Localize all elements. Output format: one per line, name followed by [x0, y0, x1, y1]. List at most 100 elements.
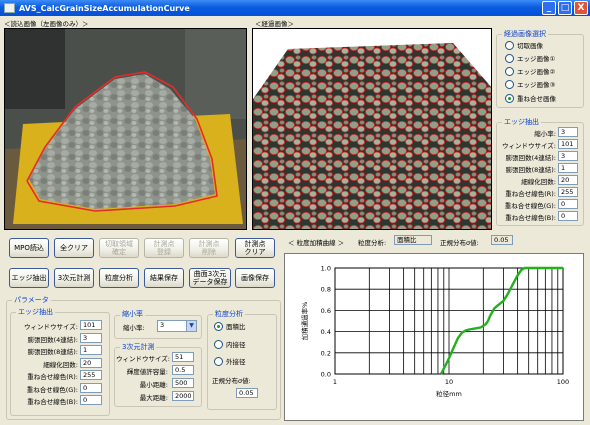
image-select-title: 経過画像選択	[502, 29, 548, 39]
confirm-crop-button[interactable]: 切取領域 確定	[99, 238, 139, 258]
y-tick-label: 0.4	[321, 328, 331, 336]
save-result-button[interactable]: 結果保存	[144, 268, 184, 288]
radio-edge-image-2[interactable]: エッジ画像②	[505, 66, 555, 76]
sigma-label: 正規分布σ値:	[212, 377, 251, 385]
edge-readout-title: エッジ抽出	[502, 117, 541, 127]
edge-param-input[interactable]: 0	[80, 382, 102, 393]
edge-param-input[interactable]: 3	[80, 332, 102, 343]
radio-circle	[505, 40, 514, 50]
edge-readout-input[interactable]: 0	[558, 199, 578, 209]
maximize-button[interactable]: □	[558, 1, 572, 15]
aggregate-photo-right	[253, 29, 491, 229]
edge-readout-label: ウィンドウサイズ:	[502, 142, 556, 150]
minimize-button[interactable]: _	[542, 1, 556, 15]
edge-param-label: ウィンドウサイズ:	[24, 323, 78, 331]
measure3d-param-label: 輝度値許容量:	[126, 368, 168, 376]
edge-readout-label: 重ね合せ線色(B):	[505, 214, 556, 222]
parameters-title: パラメータ	[12, 295, 51, 305]
radio-circle	[505, 79, 514, 89]
grain-curve-chart: 0.0 0.2 0.4 0.6 0.8 1.0 1 10 100 粒径mm 加積通過率%	[284, 253, 584, 421]
edge-readout-input[interactable]: 101	[558, 139, 578, 149]
edge-param-input[interactable]: 101	[80, 320, 102, 330]
register-point-button[interactable]: 計測点 登録	[144, 238, 184, 258]
analysis-value: 面積比	[394, 235, 432, 245]
chevron-down-icon[interactable]: ▼	[186, 321, 196, 331]
y-tick-label: 0.6	[321, 307, 331, 315]
radio-circle-selected	[505, 93, 514, 103]
edge-readout-input[interactable]: 20	[558, 175, 578, 185]
edge-param-label: 膨張回数(4連結):	[27, 335, 78, 344]
param-edge-title: エッジ抽出	[16, 307, 55, 317]
app-icon	[4, 3, 15, 13]
edge-param-input[interactable]: 255	[80, 370, 102, 380]
measure3d-title: 3次元計測	[120, 342, 157, 352]
radio-edge-image-1[interactable]: エッジ画像①	[505, 53, 555, 63]
aggregate-photo-left	[5, 29, 246, 229]
radio-edge-image-3[interactable]: エッジ画像③	[505, 79, 555, 89]
window-title: AVS_CalcGrainSizeAccumulationCurve	[19, 3, 190, 13]
edge-readout-input[interactable]: 1	[558, 163, 578, 173]
title-bar: AVS_CalcGrainSizeAccumulationCurve _ □ X	[0, 0, 590, 16]
clear-all-button[interactable]: 全クリア	[54, 238, 94, 258]
loaded-image[interactable]	[4, 28, 247, 230]
edge-readout-label: 膨張回数(4連結):	[505, 154, 556, 162]
edge-readout-input[interactable]: 0	[558, 211, 578, 221]
radio-circle-selected	[214, 321, 223, 331]
save-image-button[interactable]: 画像保存	[235, 268, 275, 288]
shrink-select[interactable]: 3 ▼	[157, 320, 197, 332]
sigma-input[interactable]: 0.05	[236, 388, 258, 398]
right-image-label: ＜経過画像＞	[255, 20, 294, 28]
analysis-label: 粒度分析:	[358, 239, 387, 247]
close-button[interactable]: X	[574, 1, 588, 15]
edge-readout-input[interactable]: 3	[558, 151, 578, 161]
measure3d-param-input[interactable]: 500	[172, 378, 194, 388]
radio-circle	[214, 356, 223, 366]
edge-param-label: 重ね合せ線色(B):	[27, 398, 78, 406]
delete-point-button[interactable]: 計測点 削除	[189, 238, 229, 258]
x-tick-label: 10	[445, 378, 453, 386]
edge-param-label: 重ね合せ線色(G):	[26, 385, 78, 394]
curve-title: ＜ 粒度加積曲線 ＞	[288, 239, 345, 247]
edge-extract-button[interactable]: エッジ抽出	[9, 268, 49, 288]
edge-param-input[interactable]: 20	[80, 357, 102, 368]
edge-readout-input[interactable]: 255	[558, 187, 578, 197]
shrink-label: 縮小率:	[123, 324, 145, 332]
measure-3d-button[interactable]: 3次元計測	[54, 268, 94, 288]
radio-circle	[214, 339, 223, 349]
radio-cut-image[interactable]: 切取画像	[505, 40, 543, 50]
edge-param-input[interactable]: 1	[80, 345, 102, 355]
shrink-title: 縮小率	[120, 309, 145, 319]
measure3d-param-input[interactable]: 0.5	[172, 365, 194, 375]
measure3d-param-input[interactable]: 2000	[172, 391, 194, 401]
save-surface-3d-button[interactable]: 曲面3次元 データ保存	[189, 268, 231, 288]
x-tick-label: 100	[557, 378, 569, 386]
progress-image[interactable]	[252, 28, 492, 230]
y-tick-label: 0.8	[321, 286, 331, 294]
curve-sigma-label: 正規分布σ値:	[440, 239, 479, 247]
radio-inscribed[interactable]: 内接径	[214, 339, 246, 349]
radio-circle	[505, 66, 514, 76]
edge-readout-input[interactable]: 3	[558, 127, 578, 137]
edge-readout-label: 重ね合せ線色(R):	[505, 190, 556, 198]
edge-param-input[interactable]: 0	[80, 395, 102, 405]
edge-param-label: 細線化回数:	[43, 360, 78, 369]
radio-area-ratio[interactable]: 面積比	[214, 321, 246, 331]
measure3d-param-input[interactable]: 51	[172, 352, 194, 362]
grain-title: 粒度分析	[213, 309, 245, 319]
radio-circumscribed[interactable]: 外接径	[214, 356, 246, 366]
edge-readout-label: 細線化回数:	[521, 178, 556, 186]
y-axis-label: 加積通過率%	[300, 302, 309, 341]
grain-analysis-button[interactable]: 粒度分析	[99, 268, 139, 288]
x-axis-label: 粒径mm	[436, 389, 462, 398]
measure3d-param-label: 最小距離:	[139, 381, 168, 389]
curve-plot: 0.0 0.2 0.4 0.6 0.8 1.0 1 10 100 粒径mm 加積通過率%	[300, 265, 569, 399]
radio-circle	[505, 53, 514, 63]
radio-overlay-image[interactable]: 重ね合せ画像	[505, 93, 556, 103]
edge-readout-label: 重ね合せ線色(G):	[504, 202, 556, 210]
edge-readout-label: 縮小率:	[534, 130, 556, 138]
clear-points-button[interactable]: 計測点 クリア	[235, 238, 275, 258]
mpo-load-button[interactable]: MPO読込	[9, 238, 49, 258]
y-tick-label: 1.0	[321, 265, 331, 273]
left-image-label: ＜読込画像（左画像のみ）＞	[4, 20, 89, 28]
edge-readout-label: 膨張回数(8連結):	[505, 166, 556, 174]
